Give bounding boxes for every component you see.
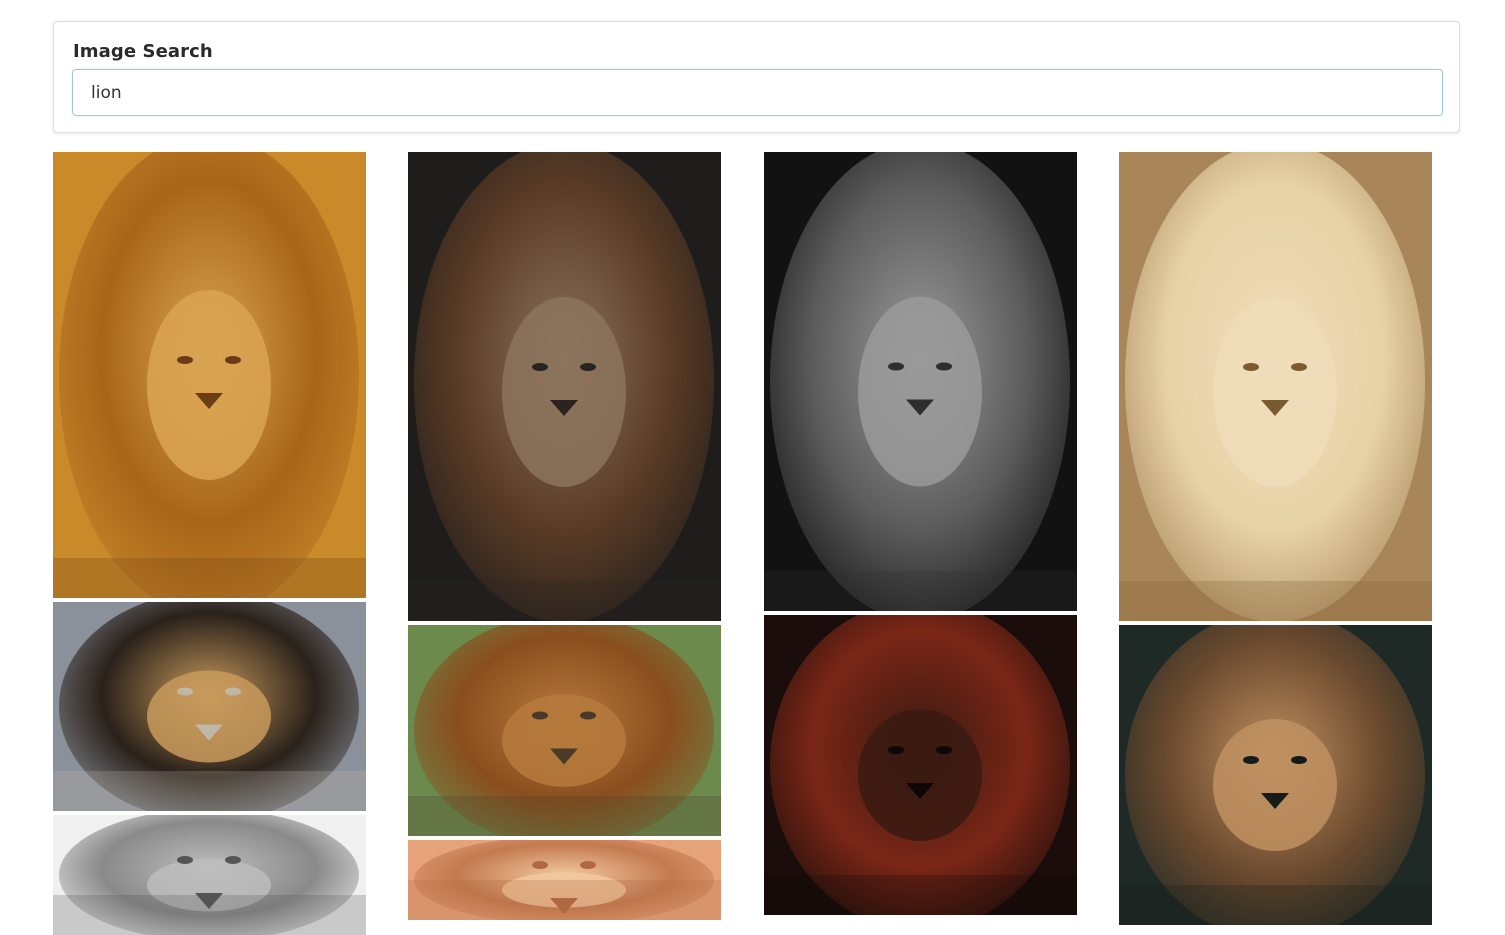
image-result-lion-standing-enclosure[interactable]: [53, 602, 366, 811]
image-result-lion-white-lying[interactable]: [1119, 152, 1432, 621]
image-result-lion-dark-green[interactable]: [1119, 625, 1432, 925]
lion-photo-icon: [764, 615, 1077, 915]
lion-photo-icon: [1119, 152, 1432, 621]
image-result-lion-sunset[interactable]: [408, 840, 721, 920]
search-input[interactable]: [72, 69, 1443, 116]
lion-photo-icon: [764, 152, 1077, 611]
image-result-lion-portrait-golden[interactable]: [53, 152, 366, 598]
lion-photo-icon: [408, 152, 721, 621]
lion-photo-icon: [53, 152, 366, 598]
image-result-lion-bw-sleeping[interactable]: [53, 815, 366, 935]
image-result-lion-red-light[interactable]: [764, 615, 1077, 915]
search-title: Image Search: [73, 41, 213, 62]
lion-photo-icon: [53, 815, 366, 935]
image-result-lion-walking-grass[interactable]: [408, 625, 721, 836]
lion-photo-icon: [408, 625, 721, 836]
image-result-lion-portrait-dark[interactable]: [408, 152, 721, 621]
image-result-lion-portrait-bw[interactable]: [764, 152, 1077, 611]
lion-photo-icon: [408, 840, 721, 920]
search-card: Image Search: [53, 21, 1460, 133]
lion-photo-icon: [53, 602, 366, 811]
lion-photo-icon: [1119, 625, 1432, 925]
